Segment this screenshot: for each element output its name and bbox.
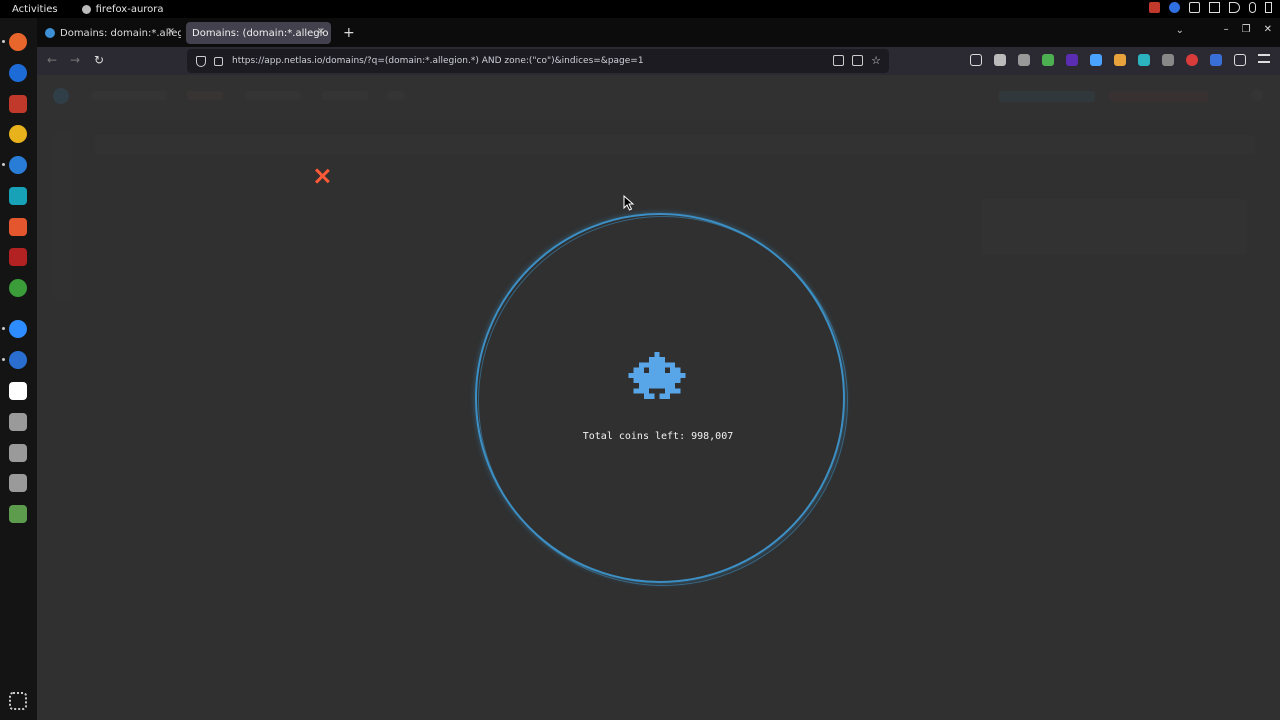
network-icon[interactable] — [1189, 2, 1200, 13]
show-apps-grid-icon[interactable] — [9, 692, 27, 710]
mouse-cursor-icon — [623, 195, 635, 211]
firefox-app-icon — [81, 4, 91, 14]
running-indicator — [2, 40, 5, 43]
url-text[interactable]: https://app.netlas.io/domains/?q=(domain… — [232, 56, 644, 66]
tracking-shield-icon[interactable] — [196, 55, 206, 67]
tab-close-icon[interactable]: × — [317, 26, 325, 37]
tab-title: Domains: domain:*.allegi — [60, 27, 181, 39]
close-window-icon[interactable]: ✕ — [1264, 24, 1272, 35]
translate-icon[interactable] — [852, 55, 864, 66]
browser-nav-bar: ← → ↻ https://app.netlas.io/domains/?q=(… — [37, 47, 1280, 75]
app-menu-icon[interactable] — [1258, 54, 1270, 63]
drive-dock-icon-1[interactable] — [9, 413, 27, 431]
trash-dock-icon[interactable] — [9, 505, 27, 523]
window-controls: – ❐ ✕ — [1224, 24, 1272, 35]
app-menu-label: firefox-aurora — [95, 3, 164, 15]
maximize-icon[interactable]: ❐ — [1242, 24, 1251, 35]
back-arrow-icon[interactable]: ← — [47, 53, 57, 67]
new-tab-button[interactable]: + — [343, 25, 355, 41]
qr-code-icon[interactable] — [833, 55, 845, 66]
running-indicator — [2, 163, 5, 166]
running-indicator — [2, 358, 5, 361]
tab-title: Domains: (domain:*.allegio — [192, 27, 329, 39]
shield-tray-icon[interactable] — [1149, 2, 1160, 13]
zoom-dock-icon[interactable] — [9, 320, 27, 338]
volume-icon[interactable] — [1229, 2, 1240, 13]
files-dock-icon[interactable] — [9, 95, 27, 113]
tab-domains-2-active[interactable]: Domains: (domain:*.allegio × — [186, 22, 331, 44]
bookmark-star-icon[interactable]: ☆ — [871, 55, 881, 66]
teal-extension-icon[interactable] — [1138, 54, 1150, 66]
address-bar[interactable]: https://app.netlas.io/domains/?q=(domain… — [187, 49, 889, 73]
gray-extension-icon[interactable] — [1162, 54, 1174, 66]
total-coins-left: Total coins left: 998,007 — [582, 431, 734, 442]
firefox-developer-dock-icon[interactable] — [9, 156, 27, 174]
list-all-tabs-icon[interactable]: ⌄ — [1176, 25, 1184, 36]
battery-icon[interactable] — [1265, 2, 1272, 13]
blue-extension-icon[interactable] — [1090, 54, 1102, 66]
system-tray — [1149, 2, 1272, 13]
translate-extension-icon[interactable] — [1210, 54, 1222, 66]
forward-arrow-icon[interactable]: → — [70, 53, 80, 67]
zap-dock-icon[interactable] — [9, 187, 27, 205]
browser-tab-bar: Domains: domain:*.allegi × Domains: (dom… — [37, 18, 1280, 47]
close-icon[interactable] — [312, 166, 332, 186]
microphone-icon[interactable] — [1249, 2, 1256, 13]
lock-icon[interactable] — [214, 56, 223, 66]
purple-extension-icon[interactable] — [1066, 54, 1078, 66]
colorful-extension-icon[interactable] — [1042, 54, 1054, 66]
red-extension-icon[interactable] — [1186, 54, 1198, 66]
drive-dock-icon-3[interactable] — [9, 474, 27, 492]
system-top-bar: Activities firefox-aurora — [0, 0, 1280, 18]
app-menu[interactable]: firefox-aurora — [81, 3, 164, 15]
tab-close-icon[interactable]: × — [167, 26, 175, 37]
extensions-toolbar — [970, 54, 1270, 66]
orange-extension-icon[interactable] — [1114, 54, 1126, 66]
mail-dock-icon[interactable] — [9, 382, 27, 400]
green-app-dock-icon[interactable] — [9, 279, 27, 297]
firefox-aurora-dock-icon[interactable] — [9, 351, 27, 369]
drive-dock-icon-2[interactable] — [9, 444, 27, 462]
burp-dock-icon[interactable] — [9, 218, 27, 236]
minimize-icon[interactable]: – — [1224, 24, 1229, 35]
activities-button[interactable]: Activities — [12, 4, 58, 15]
tab-domains-1[interactable]: Domains: domain:*.allegi × — [39, 22, 181, 44]
running-indicator — [2, 327, 5, 330]
firefox-dock-icon[interactable] — [9, 33, 27, 51]
vpn-tray-icon[interactable] — [1169, 2, 1180, 13]
netlas-favicon-icon — [45, 28, 55, 38]
rhythmbox-dock-icon[interactable] — [9, 125, 27, 143]
airplane-icon[interactable] — [1209, 2, 1220, 13]
pocket-icon[interactable] — [970, 54, 982, 66]
terminal-red-dock-icon[interactable] — [9, 248, 27, 266]
grid-extension-icon[interactable] — [1018, 54, 1030, 66]
space-invader-icon — [628, 352, 686, 399]
extensions-puzzle-icon[interactable] — [1234, 54, 1246, 66]
reload-icon[interactable]: ↻ — [94, 53, 104, 67]
urlbar-actions: ☆ — [833, 55, 881, 66]
wrench-icon[interactable] — [994, 54, 1006, 66]
application-dock — [0, 18, 37, 720]
thunderbird-dock-icon[interactable] — [9, 64, 27, 82]
